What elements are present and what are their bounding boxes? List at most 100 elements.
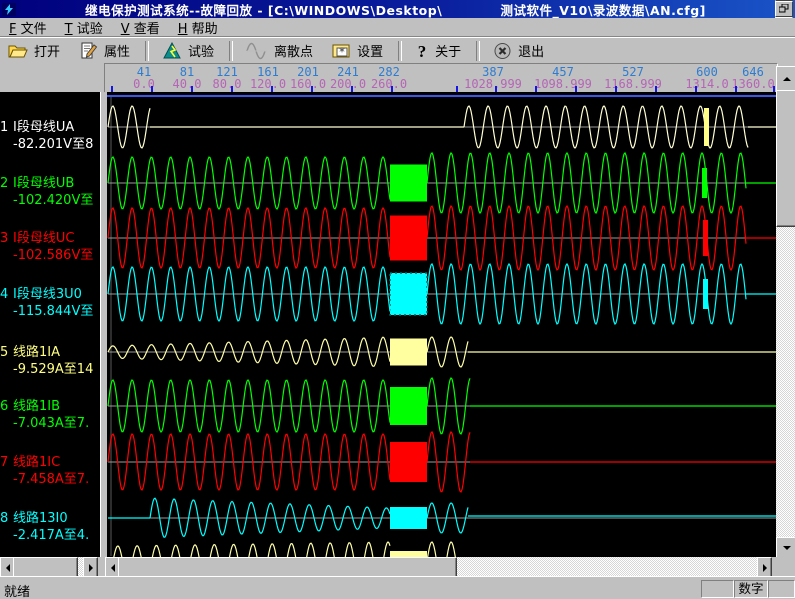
channel-name: Ⅰ段母线UA <box>13 120 74 135</box>
channel-label-7[interactable]: 7线路1IC-7.458A至7. <box>0 454 100 488</box>
application-window: 继电保护测试系统--故障回放 - [C:\WINDOWS\Desktop\ 测试… <box>0 0 795 599</box>
ruler-time-label: 1360.0 <box>731 77 774 91</box>
menu-item-v[interactable]: V 查看 <box>112 18 169 37</box>
channel-label-4[interactable]: 4Ⅰ段母线3U0-115.844V至 <box>0 286 100 320</box>
scroll-down-button[interactable] <box>776 537 795 559</box>
menu-item-t[interactable]: T 试验 <box>56 18 112 37</box>
exit-icon <box>493 42 512 60</box>
settings-icon: * <box>331 42 351 60</box>
channel-label-8[interactable]: 8线路13I0-2.417A至4. <box>0 510 100 544</box>
toolbar-button-test-lightning[interactable]: 试验 <box>154 40 224 61</box>
wave-scroll-thumb[interactable] <box>118 557 457 578</box>
title-bar[interactable]: 继电保护测试系统--故障回放 - [C:\WINDOWS\Desktop\ 测试… <box>0 0 795 18</box>
toolbar-button-properties[interactable]: 属性 <box>70 40 140 61</box>
status-message: 就绪 <box>4 581 30 599</box>
app-icon <box>2 3 16 16</box>
channel-label-5[interactable]: 5线路1IA-9.529A至14 <box>0 344 100 378</box>
svg-text:?: ? <box>418 42 427 60</box>
waveform-plot <box>107 92 776 557</box>
sidebar-scroll-right-button[interactable] <box>83 557 98 578</box>
selection-top-line <box>107 95 776 97</box>
channel-name: Ⅰ段母线UB <box>13 176 74 191</box>
channel-range: -9.529A至14 <box>0 361 100 378</box>
channel-name: 线路1IC <box>13 455 60 470</box>
toolbar-separator <box>229 41 233 61</box>
compressed-section-marker[interactable] <box>390 442 427 482</box>
scroll-up-button[interactable] <box>776 66 795 92</box>
channel-number: 5 <box>0 344 13 361</box>
channel-sidebar: 1Ⅰ段母线UA-82.201V至82Ⅰ段母线UB-102.420V至3Ⅰ段母线U… <box>0 92 100 557</box>
channel-range: -7.458A至7. <box>0 471 100 488</box>
ruler-time-label: 1168.999 <box>604 77 662 91</box>
channel-label-2[interactable]: 2Ⅰ段母线UB-102.420V至 <box>0 175 100 209</box>
open-folder-icon <box>8 42 28 60</box>
cursor-marker-ch1[interactable] <box>704 108 709 146</box>
restore-button[interactable] <box>775 1 793 17</box>
channel-range: -102.586V至 <box>0 247 100 264</box>
svg-text:*: * <box>339 45 345 58</box>
status-panel-num: 数字 <box>734 580 768 598</box>
toolbar-separator <box>476 41 480 61</box>
ruler-time-label: 160.0 <box>290 77 326 91</box>
channel-number: 3 <box>0 230 13 247</box>
cursor-marker-ch3[interactable] <box>703 220 708 256</box>
channel-name: 线路1IA <box>13 345 60 360</box>
channel-label-6[interactable]: 6线路1IB-7.043A至7. <box>0 398 100 432</box>
menu-bar: F 文件T 试验V 查看H 帮助 <box>0 18 795 37</box>
channel-number: 8 <box>0 510 13 527</box>
discrete-points-icon <box>246 42 268 60</box>
channel-number: 7 <box>0 454 13 471</box>
status-panel-empty-2 <box>768 580 795 598</box>
vertical-scroll-thumb[interactable] <box>776 90 795 227</box>
channel-range: -115.844V至 <box>0 303 100 320</box>
ruler-band: 410.08140.012180.0161120.0201160.0241200… <box>0 63 795 92</box>
menu-item-h[interactable]: H 帮助 <box>169 18 227 37</box>
sidebar-scroll-thumb[interactable] <box>13 557 78 578</box>
window-title: 继电保护测试系统--故障回放 - [C:\WINDOWS\Desktop\ 测试… <box>16 0 775 19</box>
toolbar: 打开属性试验离散点*设置 ?关于退出 <box>0 37 795 64</box>
channel-range: -102.420V至 <box>0 192 100 209</box>
menu-item-f[interactable]: F 文件 <box>0 18 56 37</box>
cursor-marker-ch4[interactable] <box>703 279 708 309</box>
ruler-time-label: 40.0 <box>173 77 202 91</box>
toolbar-button-settings[interactable]: *设置 <box>323 40 393 61</box>
compressed-section-marker[interactable] <box>390 216 427 261</box>
cursor-marker-ch2[interactable] <box>702 168 707 198</box>
status-bar: 就绪 数字 <box>0 576 795 599</box>
compressed-section-marker[interactable] <box>390 273 427 315</box>
channel-number: 4 <box>0 286 13 303</box>
ruler-time-label: 80.0 <box>213 77 242 91</box>
toolbar-button-exit[interactable]: 退出 <box>485 40 554 61</box>
channel-label-1[interactable]: 1Ⅰ段母线UA-82.201V至8 <box>0 119 100 153</box>
main-area: 1Ⅰ段母线UA-82.201V至82Ⅰ段母线UB-102.420V至3Ⅰ段母线U… <box>0 92 795 557</box>
toolbar-button-about[interactable]: ?关于 <box>407 40 471 61</box>
channel-name: Ⅰ段母线3U0 <box>13 287 82 302</box>
channel-range: -2.417A至4. <box>0 527 100 544</box>
channel-label-3[interactable]: 3Ⅰ段母线UC-102.586V至 <box>0 230 100 264</box>
ruler-time-label: 120.0 <box>250 77 286 91</box>
restore-icon <box>779 2 789 17</box>
ruler-time-label: 1028.999 <box>464 77 522 91</box>
properties-icon <box>78 42 98 60</box>
toolbar-button-open-folder[interactable]: 打开 <box>0 40 70 61</box>
toolbar-button-discrete-points[interactable]: 离散点 <box>238 40 323 61</box>
time-ruler[interactable]: 410.08140.012180.0161120.0201160.0241200… <box>104 63 778 93</box>
toolbar-separator <box>145 41 149 61</box>
wave-scroll-right-button[interactable] <box>757 557 772 578</box>
about-icon: ? <box>415 42 429 60</box>
vertical-scrollbar <box>776 66 795 557</box>
test-lightning-icon <box>162 42 182 60</box>
channel-number: 1 <box>0 119 13 136</box>
compressed-section-marker[interactable] <box>390 339 427 366</box>
compressed-section-marker[interactable] <box>390 165 427 202</box>
channel-range: -82.201V至8 <box>0 136 100 153</box>
channel-range: -7.043A至7. <box>0 415 100 432</box>
compressed-section-marker[interactable] <box>390 387 427 425</box>
ruler-time-label: 260.0 <box>371 77 407 91</box>
waveform-area[interactable] <box>107 92 776 557</box>
scrollbar-row <box>0 557 795 576</box>
status-panel-empty-1 <box>701 580 734 598</box>
channel-name: 线路13I0 <box>13 511 68 526</box>
compressed-section-marker[interactable] <box>390 507 427 529</box>
channel-number: 6 <box>0 398 13 415</box>
